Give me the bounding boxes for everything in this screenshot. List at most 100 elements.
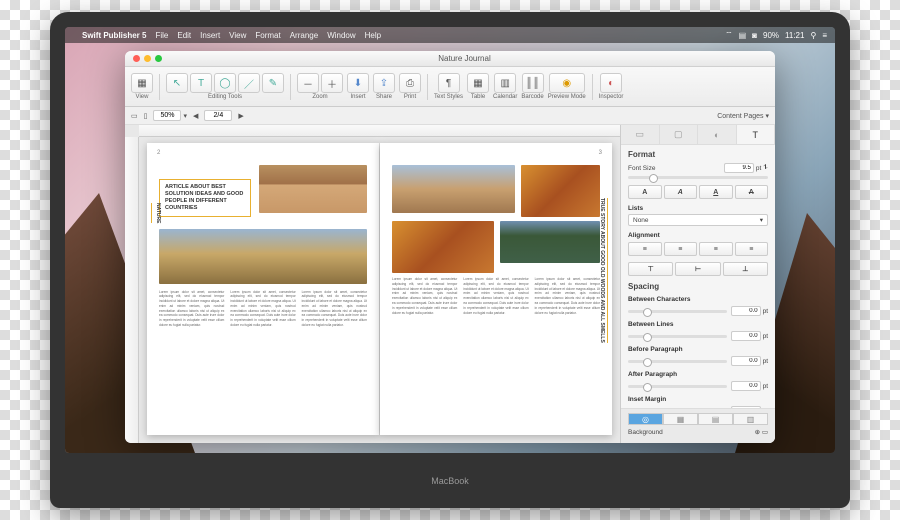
document-canvas[interactable]: 2 NATURE ARTICLE ABOUT BEST SOLUTION IDE… xyxy=(125,125,620,443)
panel-toggle-icon[interactable]: ▭ xyxy=(131,112,138,120)
image-autumn-forest[interactable] xyxy=(392,221,494,273)
page-prev-button[interactable]: ◀ xyxy=(193,112,198,120)
share-button[interactable]: ⇪ xyxy=(373,73,395,93)
strike-button[interactable]: A xyxy=(735,185,769,199)
font-size-field[interactable] xyxy=(724,163,754,173)
between-chars-label: Between Characters xyxy=(628,296,768,303)
clock[interactable]: 11:21 xyxy=(785,31,804,40)
background-options-icon[interactable]: ⊕ ▭ xyxy=(755,428,768,436)
wrap-tab-1[interactable]: ◎ xyxy=(628,413,663,425)
sub-toolbar: ▭ ▯ ▾ ◀ ▶ Content Pages ▾ xyxy=(125,107,775,125)
window-titlebar[interactable]: Nature Journal xyxy=(125,51,775,67)
zoom-field[interactable] xyxy=(153,110,181,121)
paint-tool[interactable]: ✎ xyxy=(262,73,284,93)
window-title: Nature Journal xyxy=(162,54,767,63)
inspector-tab-appearance[interactable]: ◐ xyxy=(698,125,737,144)
menu-window[interactable]: Window xyxy=(327,31,355,40)
print-button[interactable]: ⎙ xyxy=(399,73,421,93)
char-spacing-field[interactable] xyxy=(731,306,761,316)
page-left[interactable]: 2 NATURE ARTICLE ABOUT BEST SOLUTION IDE… xyxy=(147,143,379,435)
align-center-button[interactable]: ≡ xyxy=(664,242,698,256)
inspector-button[interactable]: ◐ xyxy=(600,73,622,93)
char-spacing-slider[interactable] xyxy=(628,310,727,313)
wrap-tab-4[interactable]: ▥ xyxy=(733,413,768,425)
image-mountain-panorama[interactable] xyxy=(159,229,367,284)
text-column[interactable]: Lorem ipsum dolor sit amet, consectetur … xyxy=(463,277,528,315)
horizontal-ruler[interactable] xyxy=(139,125,620,137)
valign-bottom-button[interactable]: ⊥ xyxy=(723,262,768,276)
menu-insert[interactable]: Insert xyxy=(200,31,220,40)
preview-mode-button[interactable]: ◉ xyxy=(549,73,585,93)
text-column[interactable]: Lorem ipsum dolor sit amet, consectetur … xyxy=(159,290,224,328)
lists-dropdown[interactable]: None▾ xyxy=(628,214,768,226)
menu-arrange[interactable]: Arrange xyxy=(290,31,318,40)
after-para-field[interactable] xyxy=(731,381,761,391)
menu-help[interactable]: Help xyxy=(365,31,381,40)
image-lake[interactable] xyxy=(500,221,600,263)
flag-icon[interactable]: ▤ xyxy=(739,31,747,40)
text-column[interactable]: Lorem ipsum dolor sit amet, consectetur … xyxy=(302,290,367,328)
stepper-icon[interactable]: ⥮ xyxy=(763,164,768,172)
line-tool[interactable]: ／ xyxy=(238,73,260,93)
close-button[interactable] xyxy=(133,55,140,62)
valign-middle-button[interactable]: ⊢ xyxy=(675,262,720,276)
inspector-tab-document[interactable]: ▭ xyxy=(621,125,660,144)
italic-button[interactable]: A xyxy=(664,185,698,199)
font-size-slider[interactable] xyxy=(628,176,768,179)
text-tool[interactable]: T xyxy=(190,73,212,93)
wrap-tab-3[interactable]: ▤ xyxy=(698,413,733,425)
view-button[interactable]: ▦ xyxy=(131,73,153,93)
inspector-tab-text[interactable]: T xyxy=(737,125,776,144)
line-spacing-field[interactable] xyxy=(731,331,761,341)
select-tool[interactable]: ↖ xyxy=(166,73,188,93)
battery-icon[interactable]: ◙ xyxy=(752,31,757,40)
menu-format[interactable]: Format xyxy=(255,31,280,40)
line-spacing-slider[interactable] xyxy=(628,335,727,338)
insert-button[interactable]: ⬇ xyxy=(347,73,369,93)
image-autumn-foliage[interactable] xyxy=(521,165,600,217)
text-column[interactable]: Lorem ipsum dolor sit amet, consectetur … xyxy=(230,290,295,328)
align-justify-button[interactable]: ≡ xyxy=(735,242,769,256)
vertical-caption: TRUE STORY ABOUT GOOD OLD WOODS AND ALL … xyxy=(598,198,608,343)
chevron-down-icon: ▾ xyxy=(760,216,763,224)
valign-top-button[interactable]: ⊤ xyxy=(628,262,673,276)
vertical-ruler[interactable] xyxy=(125,137,139,443)
zoom-out-button[interactable]: － xyxy=(297,73,319,93)
menu-view[interactable]: View xyxy=(229,31,246,40)
before-para-field[interactable] xyxy=(731,356,761,366)
zoom-in-button[interactable]: ＋ xyxy=(321,73,343,93)
page-field[interactable] xyxy=(204,110,232,121)
calendar-button[interactable]: ▥ xyxy=(494,73,516,93)
panel-toggle-icon-2[interactable]: ▯ xyxy=(144,112,148,120)
page-next-button[interactable]: ▶ xyxy=(238,112,243,120)
image-hills[interactable] xyxy=(259,165,367,213)
article-headline[interactable]: ARTICLE ABOUT BEST SOLUTION IDEAS AND GO… xyxy=(159,179,251,217)
text-column[interactable]: Lorem ipsum dolor sit amet, consectetur … xyxy=(392,277,457,315)
before-para-slider[interactable] xyxy=(628,360,727,363)
inspector-tab-geometry[interactable]: ▢ xyxy=(660,125,699,144)
wifi-icon[interactable]: ⌔ xyxy=(725,30,733,40)
spotlight-icon[interactable]: ⚲ xyxy=(810,31,816,40)
minimize-button[interactable] xyxy=(144,55,151,62)
shape-tool[interactable]: ◯ xyxy=(214,73,236,93)
text-styles-button[interactable]: ¶ xyxy=(438,73,460,93)
content-pages-dropdown[interactable]: Content Pages ▾ xyxy=(717,112,769,120)
page-right[interactable]: 3 TRUE STORY ABOUT GOOD OLD WOODS AND AL… xyxy=(380,143,612,435)
toolbar: ▦View ↖ T ◯ ／ ✎ Editing Tools － ＋ Zoom ⬇… xyxy=(125,67,775,107)
image-badlands[interactable] xyxy=(392,165,515,213)
menu-extra-icon[interactable]: ≡ xyxy=(822,31,827,40)
align-left-button[interactable]: ≡ xyxy=(628,242,662,256)
zoom-dropdown-icon[interactable]: ▾ xyxy=(183,112,187,120)
bold-button[interactable]: A xyxy=(628,185,662,199)
underline-button[interactable]: A xyxy=(699,185,733,199)
align-right-button[interactable]: ≡ xyxy=(699,242,733,256)
text-column[interactable]: Lorem ipsum dolor sit amet, consectetur … xyxy=(535,277,600,315)
wrap-tab-2[interactable]: ▦ xyxy=(663,413,698,425)
app-name[interactable]: Swift Publisher 5 xyxy=(82,31,146,40)
menu-edit[interactable]: Edit xyxy=(177,31,191,40)
table-button[interactable]: ▦ xyxy=(467,73,489,93)
after-para-slider[interactable] xyxy=(628,385,727,388)
barcode-button[interactable]: ║║ xyxy=(522,73,544,93)
zoom-button[interactable] xyxy=(155,55,162,62)
menu-file[interactable]: File xyxy=(155,31,168,40)
